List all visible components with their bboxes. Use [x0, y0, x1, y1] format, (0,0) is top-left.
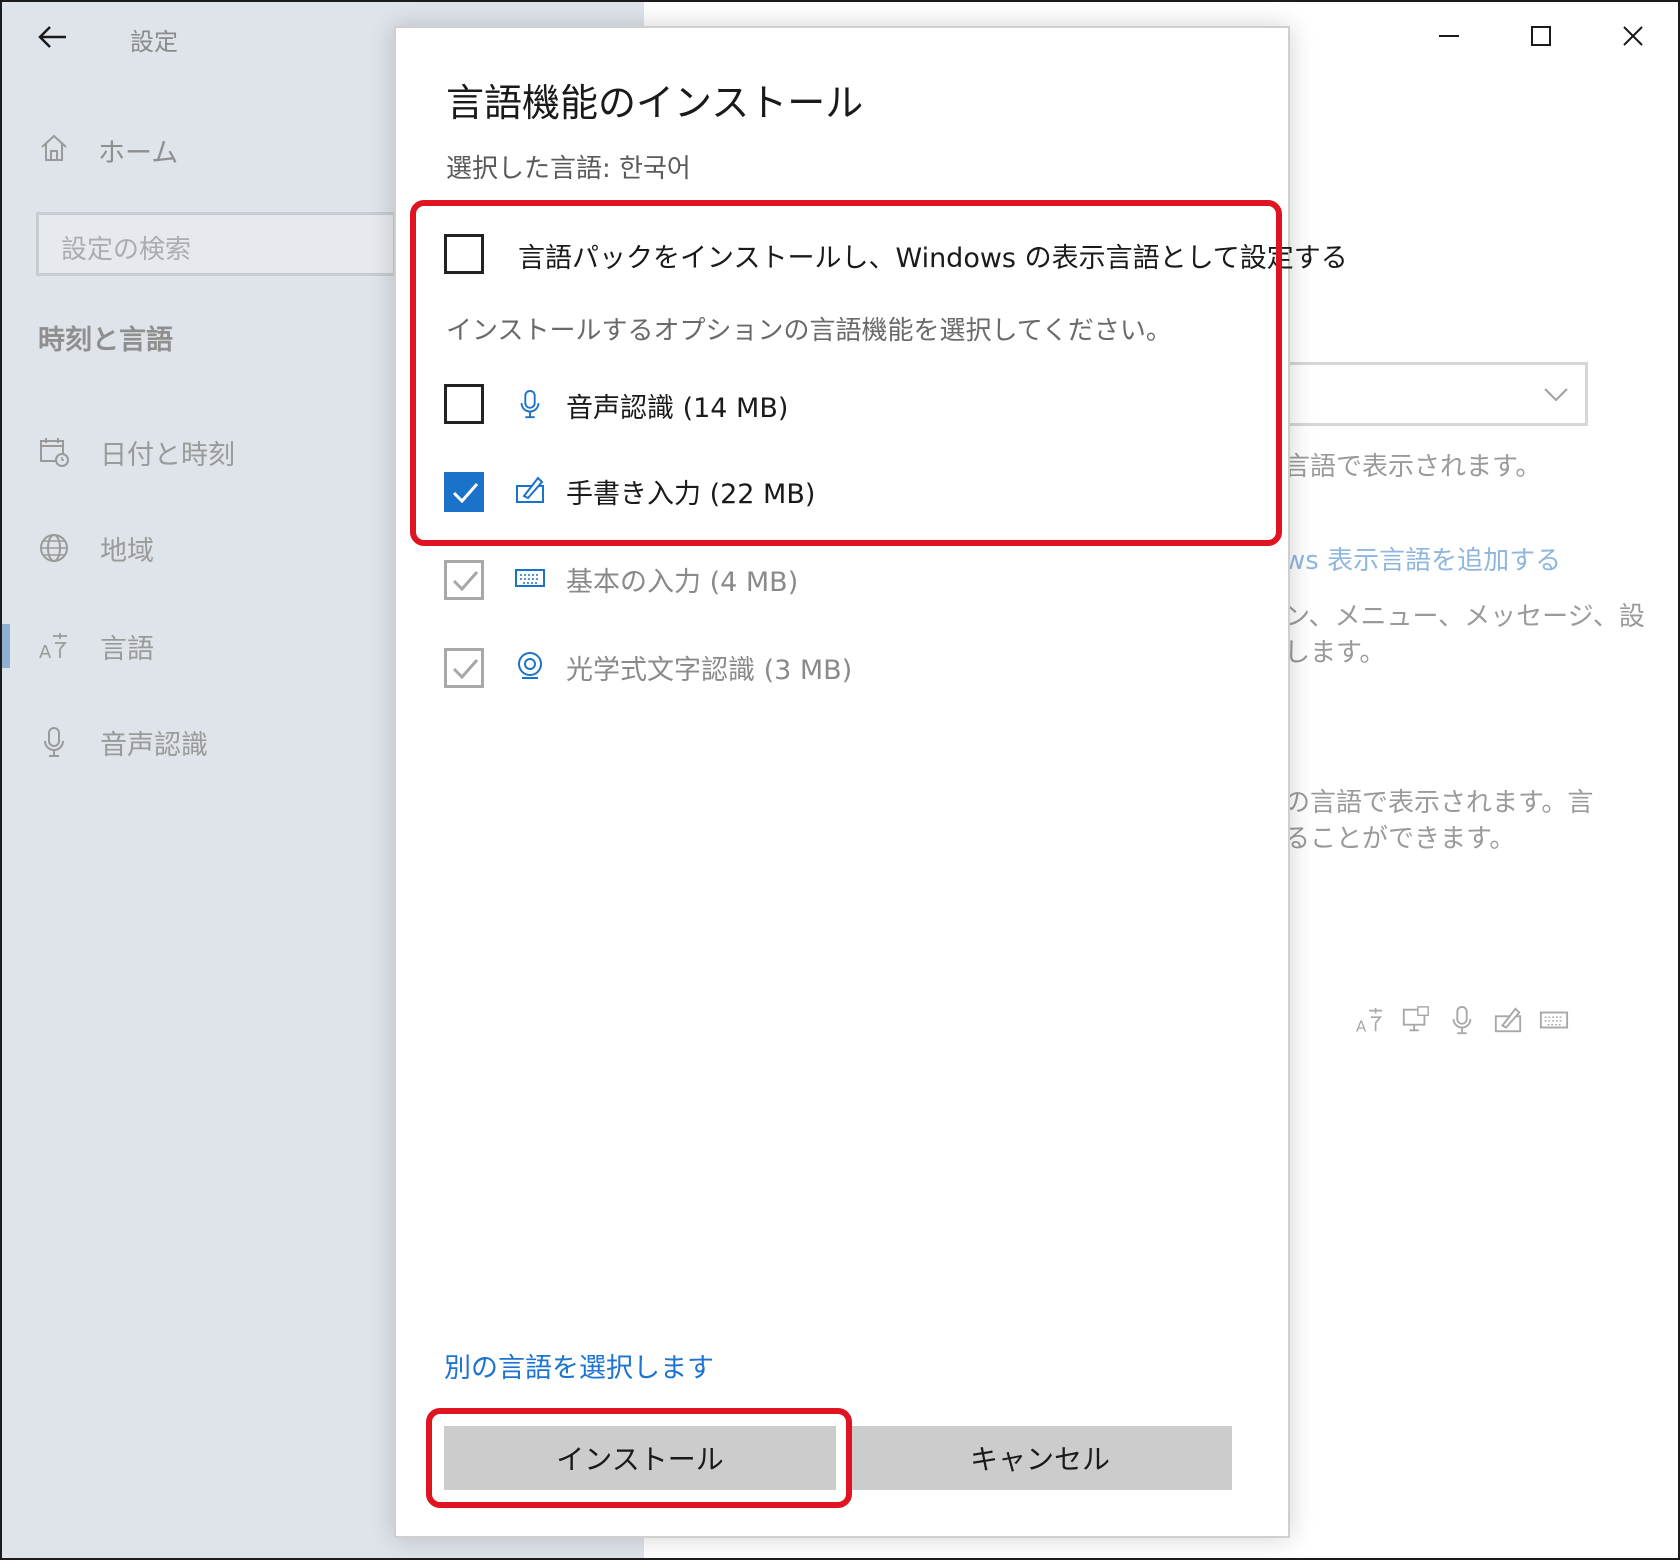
highlight-install-box — [426, 1408, 852, 1508]
checkmark-icon — [452, 659, 479, 680]
close-icon[interactable] — [1610, 16, 1656, 56]
minimize-icon[interactable] — [1426, 16, 1472, 56]
calendar-clock-icon — [38, 436, 70, 468]
globe-icon — [38, 532, 70, 564]
svg-text:A: A — [39, 642, 52, 662]
language-icon: A — [1354, 1004, 1386, 1036]
nav-home-label: ホーム — [98, 137, 179, 169]
choose-other-language-link[interactable]: 別の言語を選択します — [444, 1346, 714, 1385]
sidebar-item-label: 地域 — [100, 535, 154, 567]
background-text: 言語で表示されます。 — [1284, 452, 1542, 482]
ocr-checkbox — [444, 648, 484, 688]
home-icon — [38, 132, 70, 168]
basic-typing-checkbox — [444, 560, 484, 600]
install-language-dialog: 言語機能のインストール 選択した言語: 한국어 言語パックをインストールし、Wi… — [394, 26, 1348, 1538]
sidebar-item-region[interactable]: 地域 — [38, 526, 154, 570]
sidebar-item-language[interactable]: A 言語 — [38, 624, 154, 668]
active-indicator — [2, 624, 10, 668]
language-feature-icons: A — [1354, 1004, 1570, 1036]
background-text: の言語で表示されます。言 — [1284, 788, 1594, 818]
microphone-icon — [1446, 1004, 1478, 1036]
display-icon — [1400, 1004, 1432, 1036]
background-text: ン、メニュー、メッセージ、設 — [1284, 602, 1645, 632]
basic-typing-label: 基本の入力 (4 MB) — [566, 567, 799, 598]
ocr-label: 光学式文字認識 (3 MB) — [566, 655, 853, 686]
keyboard-icon — [514, 562, 546, 594]
search-placeholder: 設定の検索 — [61, 235, 192, 265]
section-title: 時刻と言語 — [38, 325, 173, 356]
selected-language: 選択した言語: 한국어 — [446, 154, 691, 184]
background-text: ることができます。 — [1284, 824, 1516, 854]
screenshot-frame: 設定 ホーム 設定の検索 時刻と言語 日付と時刻 地域 A 言語 音声認識 言語… — [0, 0, 1680, 1560]
ocr-camera-icon — [514, 650, 546, 682]
dialog-title: 言語機能のインストール — [446, 81, 864, 125]
back-arrow-icon[interactable] — [36, 20, 70, 54]
microphone-icon — [38, 726, 70, 758]
chevron-down-icon — [1544, 388, 1568, 402]
sidebar-item-label: 言語 — [100, 633, 154, 665]
sidebar-item-speech[interactable]: 音声認識 — [38, 720, 208, 764]
highlight-options-box — [410, 200, 1282, 546]
svg-text:A: A — [1356, 1017, 1367, 1035]
pen-icon — [1492, 1004, 1524, 1036]
sidebar-item-date-time[interactable]: 日付と時刻 — [38, 430, 235, 474]
maximize-icon[interactable] — [1518, 16, 1564, 56]
sidebar-item-label: 音声認識 — [100, 729, 208, 761]
keyboard-icon — [1538, 1004, 1570, 1036]
background-text: します。 — [1284, 638, 1386, 668]
sidebar-item-label: 日付と時刻 — [100, 439, 235, 471]
search-input[interactable]: 設定の検索 — [36, 212, 396, 276]
add-display-language-link[interactable]: ws 表示言語を追加する — [1284, 540, 1561, 577]
nav-home[interactable]: ホーム — [38, 130, 178, 170]
display-language-dropdown[interactable] — [1274, 362, 1588, 426]
language-icon: A — [38, 630, 70, 662]
checkmark-icon — [452, 571, 479, 592]
cancel-button[interactable]: キャンセル — [848, 1426, 1232, 1490]
app-title: 設定 — [130, 28, 178, 56]
